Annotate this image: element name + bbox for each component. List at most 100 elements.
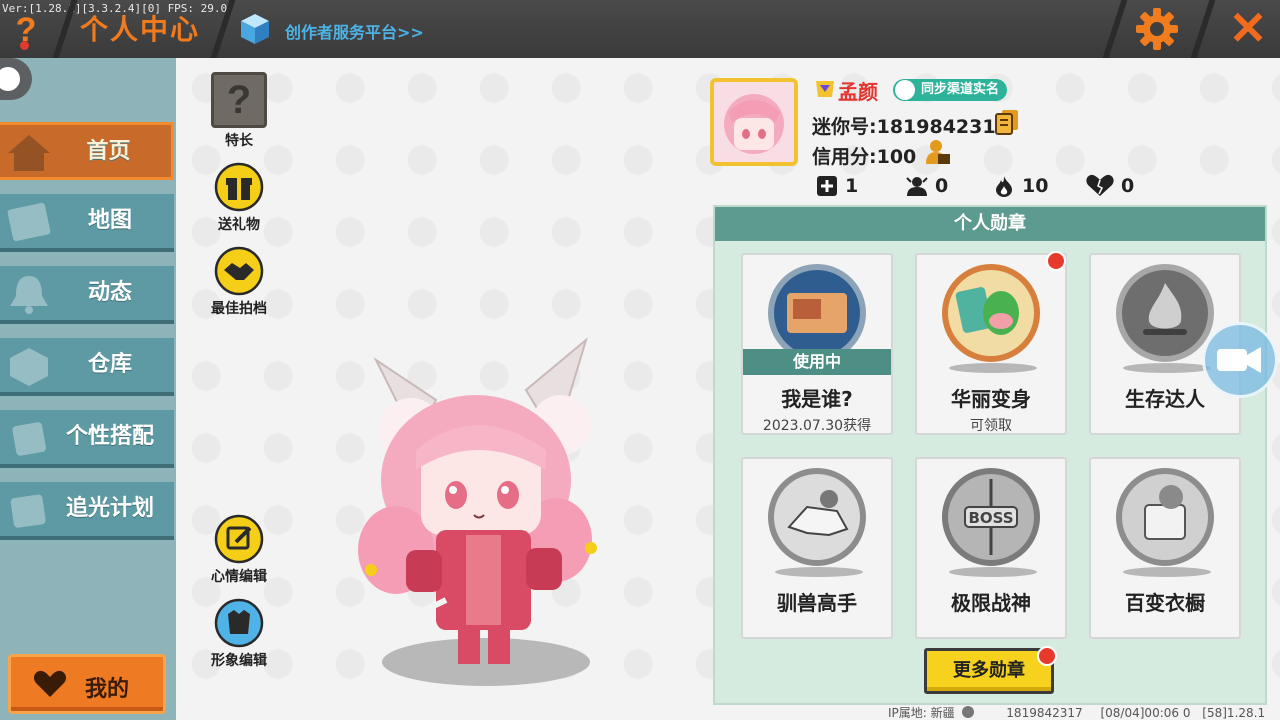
fire-icon <box>996 176 1012 197</box>
heart-broken-icon <box>1086 174 1114 196</box>
medal-card[interactable]: 百变衣橱 <box>1089 457 1241 639</box>
mine-button[interactable]: 我的 <box>8 654 166 714</box>
medal-in-use-label: 使用中 <box>743 349 891 375</box>
ip-location: IP属地: 新疆 <box>888 706 955 720</box>
medal-name: 百变衣橱 <box>1125 591 1205 615</box>
medal-card[interactable]: BOSS 极限战神 <box>915 457 1067 639</box>
medal-name: 驯兽高手 <box>777 591 857 615</box>
help-dot <box>20 41 29 50</box>
sidebar-item-home[interactable]: 首页 <box>0 122 174 180</box>
medal-shadow <box>1123 363 1211 373</box>
medal-card[interactable]: 驯兽高手 <box>741 457 893 639</box>
mine-label: 我的 <box>85 677 130 702</box>
sidebar-item-outfit[interactable]: 个性搭配 <box>0 410 174 468</box>
divider <box>1102 0 1128 58</box>
realname-badge[interactable]: 同步渠道实名 <box>893 79 1008 101</box>
medal-panel-title: 个人勋章 <box>715 207 1265 241</box>
sidebar-item-label: 动态 <box>87 280 132 305</box>
footer-version: [58]1.28.1 <box>1202 706 1266 720</box>
handshake-icon <box>214 246 264 296</box>
sidebar-item-label: 仓库 <box>87 352 132 377</box>
gift-icon <box>214 162 264 212</box>
notification-dot <box>1037 646 1057 666</box>
more-medals-button[interactable]: 更多勋章 <box>924 648 1054 694</box>
character-avatar[interactable] <box>316 330 616 700</box>
send-gift-label: 送礼物 <box>218 217 260 233</box>
video-record-button[interactable] <box>1202 322 1278 398</box>
notification-dot <box>1046 251 1066 271</box>
avatar[interactable] <box>710 78 798 166</box>
credit-score: 信用分:100 <box>812 146 917 168</box>
stat-popularity-value: 10 <box>1022 175 1049 197</box>
footer-id: 1819842317 <box>1006 706 1083 720</box>
edit-icon <box>214 514 264 564</box>
stat-likes-value: 0 <box>1121 175 1135 197</box>
sidebar-item-map[interactable]: 地图 <box>0 194 174 252</box>
talent-icon: ? <box>211 72 267 128</box>
transform-medal-icon <box>942 264 1040 362</box>
tamer-medal-icon <box>768 468 866 566</box>
letter-medal-icon <box>768 264 866 362</box>
medal-shadow <box>775 567 863 577</box>
best-partner-button[interactable]: 最佳拍档 <box>204 246 274 318</box>
boss-medal-icon: BOSS <box>942 468 1040 566</box>
footer-time: [08/04]00:06 0 <box>1100 706 1191 720</box>
talent-button[interactable]: ? 特长 <box>204 72 274 150</box>
page-title: 个人中心 <box>80 13 201 46</box>
talent-label: 特长 <box>225 133 253 149</box>
footer-info: IP属地: 新疆 1819842317 [08/04]00:06 0 [58]1… <box>888 704 1265 720</box>
realname-label: 同步渠道实名 <box>921 82 1000 97</box>
avatar-edit-label: 形象编辑 <box>211 653 267 669</box>
close-icon: ✕ <box>1228 2 1268 54</box>
creator-platform-link[interactable]: 创作者服务平台>> <box>285 19 424 43</box>
medal-panel: 个人勋章 使用中 我是谁? 2023.07.30获得 华丽变身 可领取 生存达人 <box>713 205 1267 705</box>
medal-name: 我是谁? <box>781 387 853 411</box>
medal-status: 可领取 <box>970 418 1012 434</box>
vip-badge-icon <box>816 81 834 97</box>
mood-edit-label: 心情编辑 <box>211 569 267 585</box>
nickname: 孟颜 <box>838 80 878 104</box>
stat-followers-value: 0 <box>935 175 949 197</box>
mood-edit-button[interactable]: 心情编辑 <box>204 514 274 586</box>
copy-icon[interactable] <box>994 108 1020 136</box>
help-button[interactable]: ? <box>6 8 46 52</box>
cube-icon <box>241 14 269 44</box>
sidebar: 首页 地图 动态 仓库 个性搭配 追光计划 我的 <box>0 58 176 720</box>
sidebar-item-chase-light[interactable]: 追光计划 <box>0 482 174 540</box>
sidebar-toggle[interactable] <box>0 58 32 100</box>
sidebar-item-warehouse[interactable]: 仓库 <box>0 338 174 396</box>
gear-icon[interactable] <box>1133 5 1181 53</box>
fans-icon <box>906 177 928 196</box>
send-gift-button[interactable]: 送礼物 <box>204 162 274 234</box>
add-post-icon <box>817 176 837 196</box>
sidebar-item-label: 首页 <box>86 139 131 164</box>
medal-card[interactable]: 使用中 我是谁? 2023.07.30获得 <box>741 253 893 435</box>
heart-icon <box>33 670 67 697</box>
avatar-edit-button[interactable]: 形象编辑 <box>204 598 274 670</box>
medal-name: 极限战神 <box>951 591 1031 615</box>
video-camera-icon <box>1217 347 1261 373</box>
medal-date: 2023.07.30获得 <box>762 418 872 434</box>
sidebar-item-label: 地图 <box>87 208 132 233</box>
medal-shadow <box>1123 567 1211 577</box>
medal-card[interactable]: 华丽变身 可领取 <box>915 253 1067 435</box>
avatar-image <box>724 94 784 154</box>
medal-shadow <box>949 567 1037 577</box>
wardrobe-medal-icon <box>1116 468 1214 566</box>
verified-user-icon <box>895 80 915 100</box>
close-button[interactable]: ✕ <box>1222 2 1274 54</box>
medal-name: 华丽变身 <box>951 387 1031 411</box>
divider <box>1190 0 1216 58</box>
top-bar: Ver:[1.28.1][3.3.2.4][0] FPS: 29.0 ? 个人中… <box>0 0 1280 58</box>
best-partner-label: 最佳拍档 <box>211 301 267 317</box>
sidebar-item-feed[interactable]: 动态 <box>0 266 174 324</box>
svg-text:BOSS: BOSS <box>968 509 1013 527</box>
outfit-edit-icon <box>214 598 264 648</box>
stat-posts-value: 1 <box>845 175 859 197</box>
campfire-medal-icon <box>1116 264 1214 362</box>
credit-user-icon[interactable] <box>924 138 952 166</box>
sidebar-item-label: 个性搭配 <box>65 424 154 449</box>
info-icon[interactable] <box>962 706 975 718</box>
medal-shadow <box>949 363 1037 373</box>
sidebar-item-label: 追光计划 <box>65 496 154 521</box>
